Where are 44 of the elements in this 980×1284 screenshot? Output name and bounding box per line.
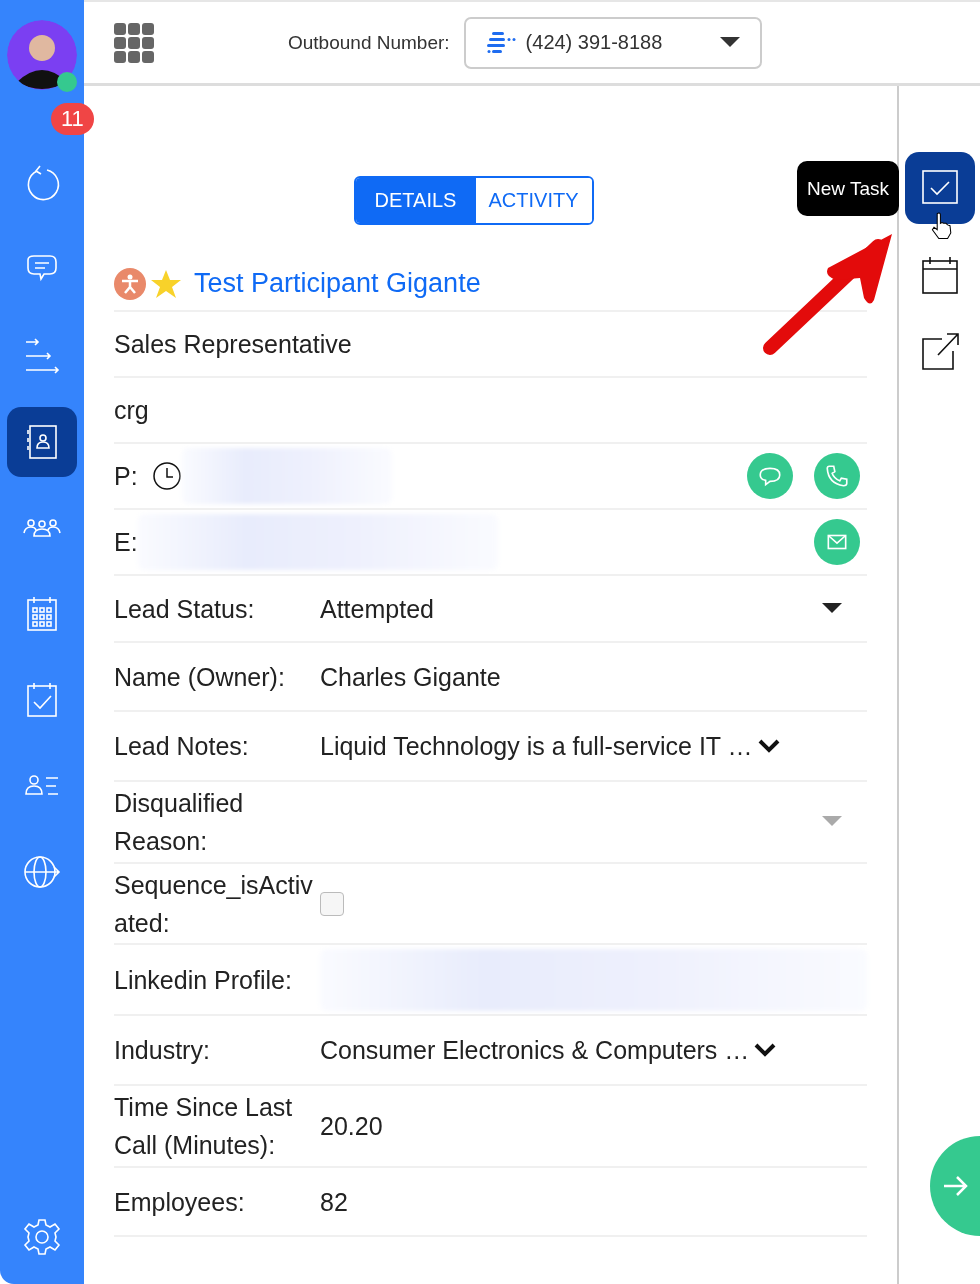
- online-status-dot: [57, 72, 77, 92]
- outbound-number-label: Outbound Number:: [288, 31, 450, 54]
- caret-icon: [719, 36, 740, 49]
- field-label: E:: [114, 527, 138, 557]
- calendar-icon: [919, 255, 960, 295]
- field-label: Name (Owner):: [114, 661, 286, 693]
- call-button[interactable]: [814, 453, 860, 499]
- field-label: Employees:: [114, 1186, 246, 1218]
- chevron-down-icon[interactable]: [756, 738, 781, 754]
- phone-icon: [824, 463, 850, 489]
- field-label: Lead Notes:: [114, 731, 250, 762]
- field-label: Lead Status:: [114, 593, 256, 625]
- external-link-icon: [919, 331, 960, 371]
- outbound-number-dropdown[interactable]: (424) 391-8188: [463, 16, 762, 69]
- new-task-button[interactable]: [904, 152, 975, 224]
- contact-name[interactable]: Test Participant Gigante: [194, 268, 481, 299]
- notification-badge: 11: [51, 103, 94, 135]
- field-label: Linkedin Profile:: [114, 964, 293, 996]
- email-button[interactable]: [814, 519, 860, 565]
- field-label: Sequence_isActivated:: [114, 869, 314, 939]
- checkbox[interactable]: [320, 891, 344, 916]
- field-value: crg: [114, 395, 149, 426]
- field-label: Industry:: [114, 1035, 211, 1066]
- tooltip: New Task: [797, 161, 899, 216]
- clock-icon: [151, 461, 182, 491]
- user-avatar[interactable]: [7, 20, 77, 90]
- hand-cursor-icon: [930, 212, 954, 241]
- contacts-nav-item[interactable]: [7, 407, 77, 477]
- person-icon: [114, 267, 146, 300]
- message-button[interactable]: [747, 453, 793, 499]
- field-value: 82: [320, 1186, 348, 1218]
- dropdown-caret-icon[interactable]: [822, 602, 842, 615]
- field-label: Time Since Last Call (Minutes):: [114, 1092, 294, 1161]
- tab[interactable]: DETAILS: [355, 178, 476, 223]
- field-value: Charles Gigante: [320, 661, 501, 693]
- field-value: Sales Representative: [114, 329, 352, 360]
- field-value: 20.20: [320, 1111, 383, 1142]
- dialpad-icon[interactable]: [114, 22, 154, 63]
- field-label: Disqualified Reason:: [114, 788, 245, 857]
- field-label: P:: [114, 461, 138, 491]
- field-value: Consumer Electronics & Computers …: [320, 1035, 750, 1066]
- field-value: Liquid Technology is a full-service IT …: [320, 731, 753, 762]
- field-value[interactable]: Attempted: [320, 589, 434, 628]
- chevron-down-icon[interactable]: [753, 1042, 778, 1058]
